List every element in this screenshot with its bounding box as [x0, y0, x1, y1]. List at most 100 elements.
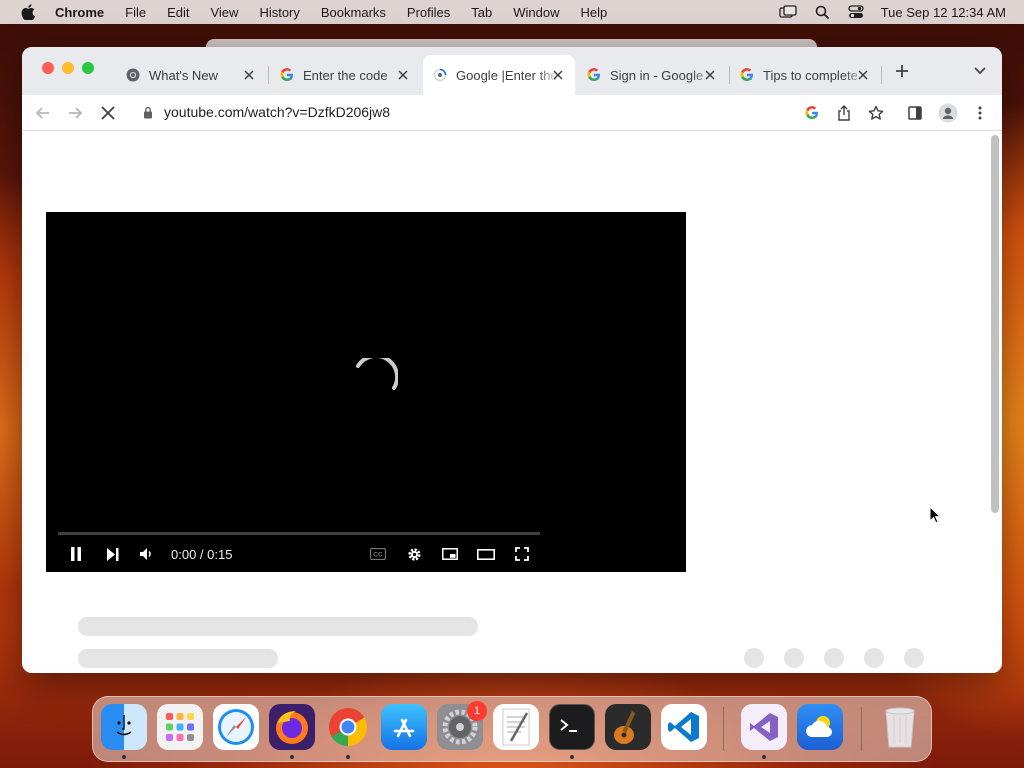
menu-view[interactable]: View — [210, 5, 238, 20]
next-video-icon[interactable] — [102, 544, 122, 564]
app-store-icon[interactable] — [381, 704, 427, 750]
safari-icon[interactable] — [213, 704, 259, 750]
control-center-icon[interactable] — [847, 4, 865, 20]
tab-title: Enter the code — [303, 67, 388, 83]
svg-text:CC: CC — [373, 552, 383, 559]
tab-google-enter-code[interactable]: Google |Enter the code — [423, 55, 575, 95]
tab-separator — [268, 66, 269, 84]
running-indicator — [290, 755, 294, 759]
url-text[interactable]: youtube.com/watch?v=DzfkD206jw8 — [164, 104, 390, 120]
menu-history[interactable]: History — [259, 5, 299, 20]
close-window-button[interactable] — [42, 62, 54, 74]
tab-title: Tips to complete — [763, 67, 858, 83]
page-scrollbar[interactable] — [988, 132, 1002, 673]
share-icon[interactable] — [833, 102, 855, 124]
tab-whats-new[interactable]: What's New — [116, 55, 266, 95]
settings-gear-icon[interactable] — [404, 544, 424, 564]
theater-mode-icon[interactable] — [476, 544, 496, 564]
menubar-clock[interactable]: Tue Sep 12 12:34 AM — [881, 5, 1006, 20]
running-indicator — [762, 755, 766, 759]
lock-icon[interactable] — [142, 105, 154, 119]
loading-icon — [433, 68, 447, 82]
video-timecode: 0:00 / 0:15 — [171, 547, 233, 562]
video-progress-bar[interactable] — [58, 532, 540, 535]
side-panel-icon[interactable] — [904, 102, 926, 124]
zoom-window-button[interactable] — [82, 62, 94, 74]
close-tab-icon[interactable] — [703, 68, 717, 82]
running-indicator — [346, 755, 350, 759]
chrome-icon — [126, 68, 140, 82]
pause-icon[interactable] — [66, 544, 86, 564]
google-icon — [740, 68, 754, 82]
menu-bar: Chrome File Edit View History Bookmarks … — [0, 0, 1024, 24]
bookmark-star-icon[interactable] — [865, 102, 887, 124]
notification-badge: 1 — [467, 701, 487, 721]
tab-search-chevron-down-icon[interactable] — [972, 63, 988, 79]
miniplayer-icon[interactable] — [440, 544, 460, 564]
tab-strip: What's New Enter the code Google |Enter … — [22, 47, 1002, 95]
menu-profiles[interactable]: Profiles — [407, 5, 450, 20]
title-skeleton — [78, 617, 478, 636]
weather-icon[interactable] — [797, 704, 843, 750]
tab-title: Google |Enter the code — [456, 67, 560, 83]
menu-window[interactable]: Window — [513, 5, 559, 20]
browser-toolbar: youtube.com/watch?v=DzfkD206jw8 — [22, 95, 1002, 131]
google-icon — [587, 68, 601, 82]
menu-tab[interactable]: Tab — [471, 5, 492, 20]
minimize-window-button[interactable] — [62, 62, 74, 74]
profile-avatar-icon[interactable] — [937, 102, 959, 124]
close-tab-icon[interactable] — [856, 68, 870, 82]
video-player[interactable]: 0:00 / 0:15 CC — [46, 212, 686, 572]
menu-file[interactable]: File — [125, 5, 146, 20]
close-tab-icon[interactable] — [242, 68, 256, 82]
spotlight-search-icon[interactable] — [813, 4, 831, 20]
chrome-app-icon[interactable] — [325, 704, 371, 750]
subtitle-skeleton — [78, 649, 278, 668]
dock-divider — [723, 707, 724, 751]
tab-enter-the-code[interactable]: Enter the code — [270, 55, 420, 95]
visual-studio-icon[interactable] — [741, 704, 787, 750]
dock-divider — [861, 707, 862, 751]
close-tab-icon[interactable] — [396, 68, 410, 82]
menu-bookmarks[interactable]: Bookmarks — [321, 5, 386, 20]
textedit-icon[interactable] — [493, 704, 539, 750]
firefox-icon[interactable] — [269, 704, 315, 750]
captions-icon[interactable]: CC — [368, 544, 388, 564]
tab-title: Sign in - Google — [610, 67, 704, 83]
vscode-icon[interactable] — [661, 704, 707, 750]
fullscreen-icon[interactable] — [512, 544, 532, 564]
menu-help[interactable]: Help — [581, 5, 608, 20]
scrollbar-thumb[interactable] — [991, 135, 999, 513]
address-bar[interactable]: youtube.com/watch?v=DzfkD206jw8 — [132, 97, 892, 127]
skeleton-circle — [824, 648, 844, 668]
stop-loading-icon[interactable] — [97, 102, 119, 124]
tab-sign-in-google[interactable]: Sign in - Google — [577, 55, 727, 95]
skeleton-circle — [784, 648, 804, 668]
menu-app-name[interactable]: Chrome — [55, 5, 104, 20]
close-tab-icon[interactable] — [551, 68, 565, 82]
terminal-icon[interactable] — [549, 704, 595, 750]
tab-separator — [881, 66, 882, 84]
tab-tips-to-complete[interactable]: Tips to complete — [730, 55, 880, 95]
mouse-pointer-icon — [929, 506, 941, 524]
menu-edit[interactable]: Edit — [167, 5, 189, 20]
skeleton-circle — [744, 648, 764, 668]
apple-menu-icon[interactable] — [19, 3, 37, 21]
google-lens-icon[interactable] — [801, 102, 823, 124]
youtube-page: 0:00 / 0:15 CC — [22, 132, 1002, 673]
dock — [92, 696, 932, 762]
chrome-window: What's New Enter the code Google |Enter … — [22, 47, 1002, 673]
new-tab-plus-icon[interactable] — [892, 61, 912, 81]
finder-icon[interactable] — [101, 704, 147, 750]
screen-mirroring-icon[interactable] — [779, 4, 797, 20]
trash-icon[interactable] — [877, 704, 923, 750]
skeleton-circle — [904, 648, 924, 668]
player-controls: 0:00 / 0:15 CC — [46, 542, 686, 566]
back-arrow-icon[interactable] — [32, 102, 54, 124]
kebab-menu-icon[interactable] — [969, 102, 991, 124]
running-indicator — [122, 755, 126, 759]
forward-arrow-icon[interactable] — [64, 102, 86, 124]
volume-icon[interactable] — [137, 544, 157, 564]
launchpad-icon[interactable] — [157, 704, 203, 750]
garageband-icon[interactable] — [605, 704, 651, 750]
